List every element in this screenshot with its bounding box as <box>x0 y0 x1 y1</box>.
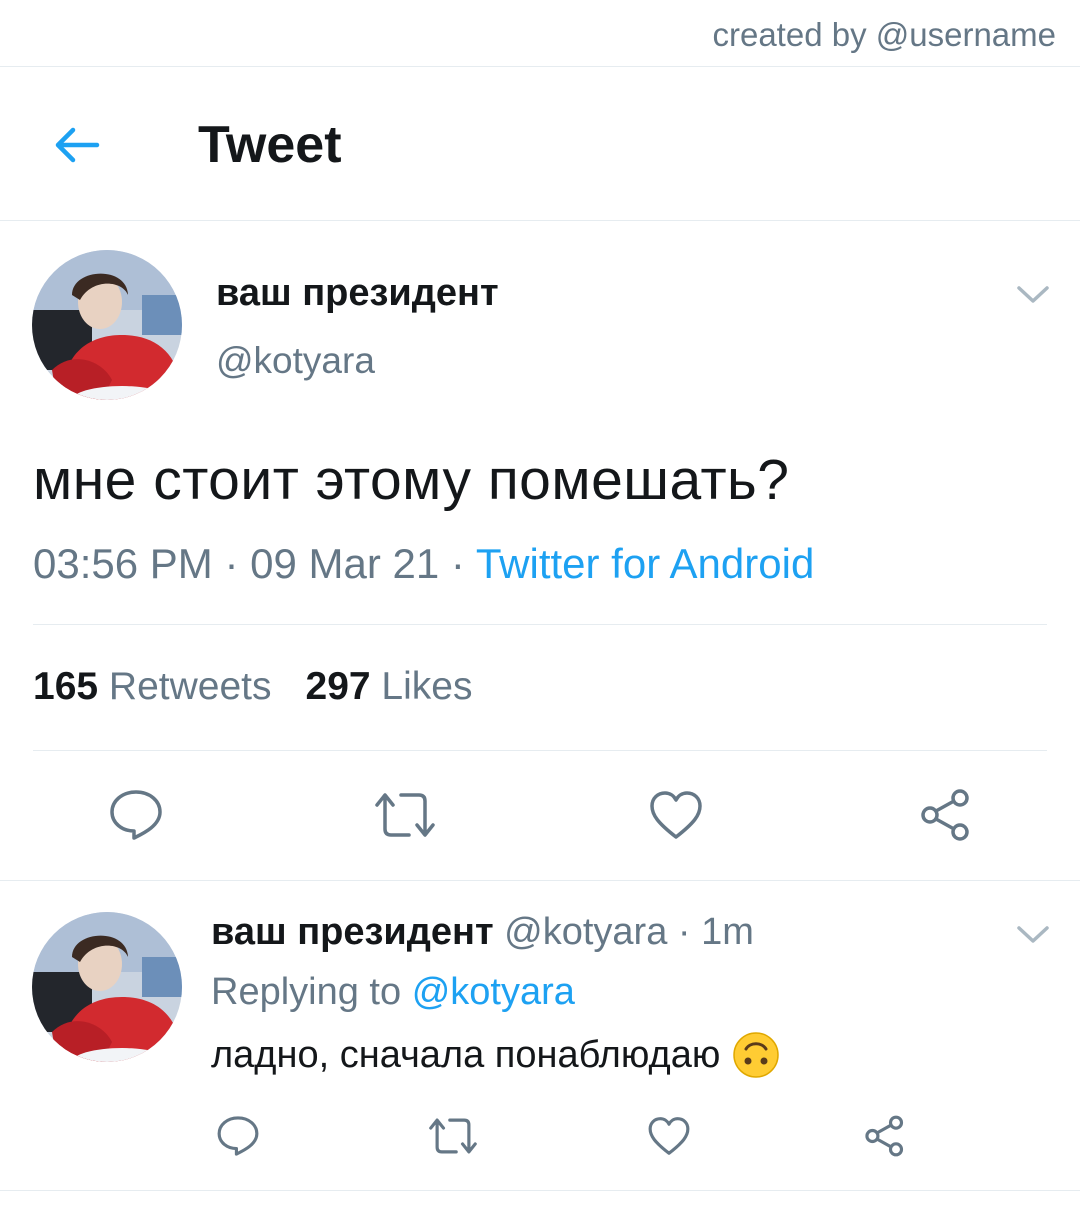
reply-header: ваш президент @kotyara · 1m <box>211 911 754 954</box>
tweet-time: 03:56 PM <box>33 540 213 587</box>
watermark-text: created by @username <box>712 16 1056 53</box>
chevron-down-icon <box>1017 286 1049 303</box>
reply-reply-button[interactable] <box>214 1112 262 1160</box>
replying-mention-link[interactable]: @kotyara <box>412 971 575 1013</box>
meta-separator: · <box>224 540 239 587</box>
meta-separator: · <box>450 540 465 587</box>
reply-button[interactable] <box>106 786 166 844</box>
likes-label: Likes <box>381 665 473 708</box>
likes-count: 297 <box>305 665 371 708</box>
app-header: Tweet <box>0 67 1080 221</box>
avatar[interactable] <box>32 250 182 400</box>
tweet-text: мне стоит этому помешать? <box>33 448 790 512</box>
share-icon <box>865 1115 904 1157</box>
avatar-image <box>32 912 182 1062</box>
tweet-stats: 165 Retweets 297 Likes <box>33 665 472 709</box>
bottom-divider <box>0 1190 1080 1191</box>
tweet-source-link[interactable]: Twitter for Android <box>476 540 814 587</box>
reply-author-name[interactable]: ваш президент <box>211 911 494 953</box>
tweet-meta: 03:56 PM · 09 Mar 21 · Twitter for Andro… <box>33 540 814 588</box>
comment-icon <box>110 790 162 840</box>
reply-share-button[interactable] <box>861 1112 909 1160</box>
chevron-down-icon <box>1017 926 1049 943</box>
tweet-date: 09 Mar 21 <box>250 540 440 587</box>
upside-down-face-icon <box>733 1032 780 1078</box>
replying-to: Replying to @kotyara <box>211 971 575 1014</box>
reply-avatar[interactable] <box>32 912 182 1062</box>
retweet-icon <box>375 793 435 837</box>
retweet-icon <box>429 1118 477 1154</box>
watermark-bar: created by @username <box>0 0 1080 67</box>
heart-icon <box>648 1117 690 1155</box>
arrow-left-icon <box>55 127 100 163</box>
back-button[interactable] <box>46 117 108 173</box>
reply-separator: · <box>677 911 691 953</box>
author-name[interactable]: ваш президент <box>216 272 499 315</box>
replying-prefix: Replying to <box>211 971 402 1013</box>
comment-icon <box>217 1116 259 1156</box>
share-button[interactable] <box>916 786 976 844</box>
reply-like-button[interactable] <box>645 1112 693 1160</box>
heart-icon <box>650 791 702 839</box>
page-title: Tweet <box>198 116 342 174</box>
reply-author-handle[interactable]: @kotyara <box>504 911 667 953</box>
share-icon <box>921 789 969 841</box>
divider <box>33 750 1047 751</box>
reply-text: ладно, сначала понаблюдаю <box>211 1031 780 1079</box>
section-separator <box>0 880 1080 881</box>
retweet-button[interactable] <box>370 786 440 844</box>
reply-text-content: ладно, сначала понаблюдаю <box>211 1033 721 1076</box>
author-handle[interactable]: @kotyara <box>216 340 375 382</box>
reply-menu-button[interactable] <box>1013 920 1053 948</box>
like-button[interactable] <box>646 786 706 844</box>
retweets-stat[interactable]: 165 Retweets <box>33 665 272 708</box>
retweets-count: 165 <box>33 665 99 708</box>
retweets-label: Retweets <box>108 665 272 708</box>
avatar-image <box>32 250 182 400</box>
tweet-menu-button[interactable] <box>1013 280 1053 308</box>
reply-time: 1m <box>701 911 754 953</box>
divider <box>33 624 1047 625</box>
reply-retweet-button[interactable] <box>425 1112 481 1160</box>
likes-stat[interactable]: 297 Likes <box>306 665 473 708</box>
